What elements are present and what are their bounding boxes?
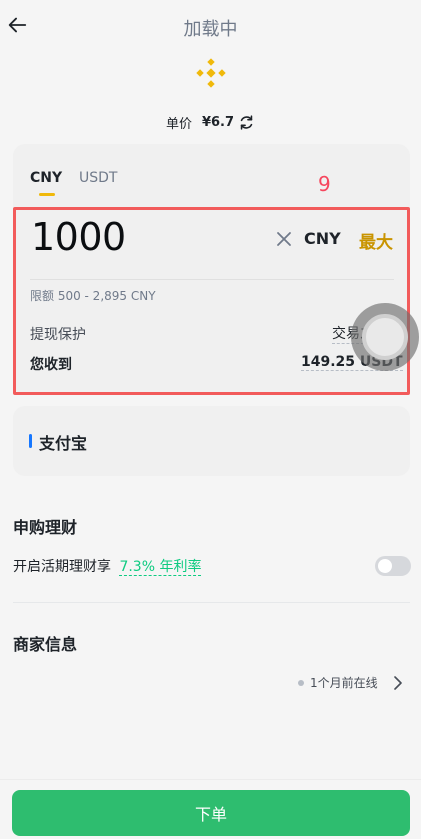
tab-usdt[interactable]: USDT: [79, 170, 117, 186]
chevron-right-icon: [393, 675, 402, 690]
finance-section-title: 申购理财: [13, 518, 78, 537]
payment-method-name: 支付宝: [39, 434, 88, 453]
unit-price-value: ¥6.7: [201, 115, 235, 130]
section-divider: [13, 602, 410, 603]
merchant-online-status[interactable]: 1个月前在线: [298, 674, 404, 691]
page-title: 加载中: [183, 19, 238, 40]
refresh-icon[interactable]: [238, 114, 255, 131]
toggle-knob: [378, 559, 392, 573]
unit-price-label: 单价: [165, 117, 192, 132]
finance-rate[interactable]: 7.3% 年利率: [119, 559, 202, 576]
status-dot-icon: [298, 679, 304, 686]
finance-row: 开启活期理财享 7.3% 年利率: [13, 556, 202, 576]
touch-indicator-center: [362, 314, 408, 360]
finance-toggle[interactable]: [375, 556, 411, 576]
highlight-box: [13, 207, 410, 395]
finance-row-text: 开启活期理财享: [13, 559, 111, 575]
tab-cny[interactable]: CNY: [30, 170, 62, 186]
binance-logo-icon: [196, 58, 226, 88]
unit-price: 单价 ¥6.7: [0, 113, 421, 132]
merchant-section-title: 商家信息: [13, 635, 78, 654]
active-tab-indicator: [39, 193, 55, 196]
overlay-marker-number: 9: [318, 172, 331, 196]
online-text: 1个月前在线: [310, 676, 378, 690]
payment-color-bar: [29, 434, 32, 448]
place-order-button[interactable]: 下单: [12, 790, 410, 836]
